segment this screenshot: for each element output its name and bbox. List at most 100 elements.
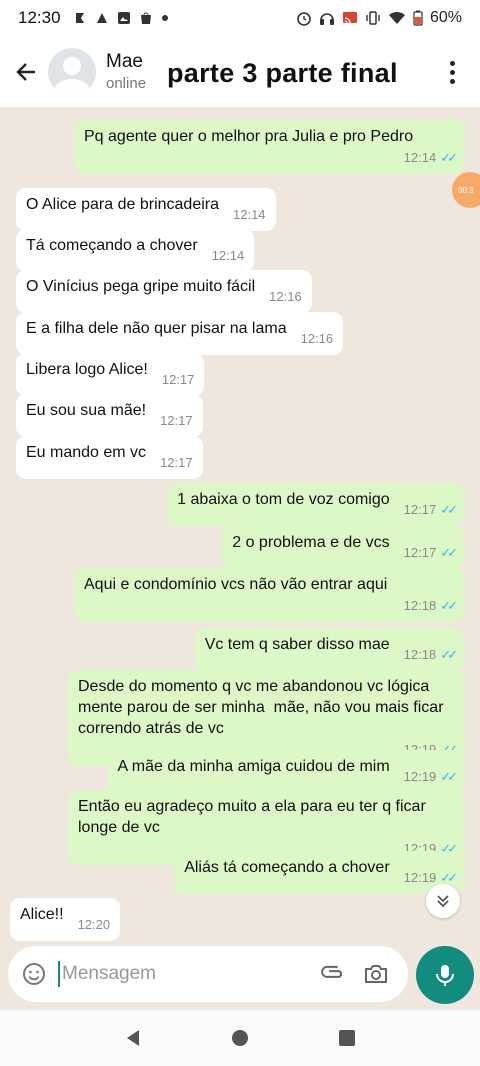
contact-name: Mae xyxy=(106,51,143,72)
camera-button[interactable] xyxy=(360,958,392,990)
menu-dot xyxy=(449,78,455,84)
message-meta: 12:18 ✓✓ xyxy=(98,595,458,616)
message-meta: 12:16 xyxy=(301,328,334,349)
nav-back-button[interactable] xyxy=(113,1018,153,1058)
double-check-icon: ✓✓ xyxy=(440,769,458,784)
nav-home-button[interactable] xyxy=(220,1018,260,1058)
message-bubble[interactable]: E a filha dele não quer pisar na lama 12… xyxy=(16,312,344,355)
message-meta: 12:17 ✓✓ xyxy=(404,542,458,563)
headset-icon xyxy=(319,13,334,25)
message-meta: 12:16 xyxy=(269,286,302,307)
input-bar xyxy=(0,946,480,1008)
chat-area[interactable]: Pq agente quer o melhor pra Julia e pro … xyxy=(0,108,480,946)
message-time: 12:17 xyxy=(403,502,437,517)
message-bubble[interactable]: Aqui e condomínio vcs não vão entrar aqu… xyxy=(74,568,464,622)
overlay-bubble-text: 00:3 xyxy=(458,185,474,195)
floating-overlay-bubble[interactable]: 00:3 xyxy=(452,172,480,208)
vibrate-icon xyxy=(366,11,380,25)
shop-icon xyxy=(140,12,151,24)
nav-recents-button[interactable] xyxy=(327,1018,367,1058)
message-text: Libera logo Alice! xyxy=(26,361,148,378)
message-time: 12:17 xyxy=(161,372,195,387)
circle-home-icon xyxy=(231,1030,248,1046)
message-text: 1 abaixa o tom de voz comigo xyxy=(177,491,390,508)
status-left-icons xyxy=(73,11,169,25)
message-bubble[interactable]: Eu sou sua mãe! 12:17 xyxy=(16,394,203,437)
message-time: 12:18 xyxy=(403,647,437,662)
message-bubble[interactable]: 2 o problema e de vcs 12:17 ✓✓ xyxy=(222,526,464,569)
message-time: 12:16 xyxy=(269,289,302,304)
message-meta: 12:17 xyxy=(160,410,193,431)
message-time: 12:20 xyxy=(77,917,111,932)
avatar[interactable] xyxy=(48,47,96,96)
menu-dot xyxy=(449,69,455,75)
message-meta: 12:17 xyxy=(162,369,195,390)
avatar-head-shape xyxy=(63,56,81,75)
microphone-icon xyxy=(436,965,454,986)
message-time: 12:18 xyxy=(403,598,437,613)
back-button[interactable] xyxy=(4,50,48,94)
message-meta: 12:14 ✓✓ xyxy=(98,147,458,168)
scroll-down-button[interactable] xyxy=(426,884,460,918)
message-bubble[interactable]: Vc tem q saber disso mae 12:18 ✓✓ xyxy=(194,628,464,671)
battery-icon xyxy=(413,10,423,26)
message-text: Aliás tá começando a chover xyxy=(184,859,390,876)
message-text: Desde do momento q vc me abandonou vc ló… xyxy=(78,678,448,737)
mic-button[interactable] xyxy=(416,946,474,1004)
message-bubble[interactable]: 1 abaixa o tom de voz comigo 12:17 ✓✓ xyxy=(167,483,464,526)
more-options-button[interactable] xyxy=(436,56,468,88)
overlay-title: parte 3 parte final xyxy=(167,58,398,88)
status-bar: 12:30 60% xyxy=(0,0,480,36)
message-input[interactable] xyxy=(58,961,308,987)
message-text: Vc tem q saber disso mae xyxy=(204,636,390,653)
alarm-icon xyxy=(297,12,311,26)
message-time: 12:16 xyxy=(300,331,334,346)
contact-status: online xyxy=(106,75,147,92)
message-text: Eu mando em vc xyxy=(26,444,147,461)
message-text: O Vinícius pega gripe muito fácil xyxy=(26,278,256,295)
paperclip-icon xyxy=(321,965,343,978)
dot-icon xyxy=(161,15,168,21)
wifi-icon xyxy=(388,11,405,24)
message-time: 12:14 xyxy=(403,150,437,165)
message-text: Pq agente quer o melhor pra Julia e pro … xyxy=(84,128,414,145)
message-bubble[interactable]: Eu mando em vc 12:17 xyxy=(16,436,203,479)
notification-icon xyxy=(75,13,84,23)
message-bubble[interactable]: Alice!! 12:20 xyxy=(10,898,121,941)
message-text: E a filha dele não quer pisar na lama xyxy=(26,320,287,337)
square-recents-icon xyxy=(338,1030,355,1046)
double-check-icon: ✓✓ xyxy=(440,502,458,517)
message-time: 12:19 xyxy=(403,769,437,784)
message-text: O Alice para de brincadeira xyxy=(26,196,219,213)
message-bubble[interactable]: Tá começando a chover 12:14 xyxy=(16,229,255,272)
double-chevron-down-icon xyxy=(437,895,449,908)
message-meta: 12:19✓✓ xyxy=(403,766,458,787)
message-bubble[interactable]: O Vinícius pega gripe muito fácil 12:16 xyxy=(16,270,312,313)
message-time: 12:19 xyxy=(403,870,437,885)
message-text: Aqui e condomínio vcs não vão entrar aqu… xyxy=(84,576,388,593)
message-text: Tá começando a chover xyxy=(26,237,198,254)
message-bubble[interactable]: Aliás tá começando a chover 12:19 ✓✓ xyxy=(174,851,464,894)
image-icon xyxy=(117,12,130,24)
emoji-icon xyxy=(23,963,45,985)
message-meta: 12:18 ✓✓ xyxy=(403,644,458,665)
message-meta: 12:14 xyxy=(233,204,266,225)
message-meta: 12:17 ✓✓ xyxy=(403,499,458,520)
message-time: 12:17 xyxy=(160,413,193,428)
message-bubble[interactable]: O Alice para de brincadeira 12:14 xyxy=(16,188,276,231)
message-time: 12:17 xyxy=(160,455,193,470)
emoji-button[interactable] xyxy=(10,950,58,998)
arrow-left-icon xyxy=(16,62,35,81)
contact-info[interactable]: Mae online xyxy=(106,51,146,92)
message-meta: 12:14 xyxy=(212,245,245,266)
triangle-back-icon xyxy=(127,1030,140,1046)
message-bubble[interactable]: A mãe da minha amiga cuidou de mim 12:19… xyxy=(107,750,464,793)
avatar-body-shape xyxy=(54,78,90,96)
double-check-icon: ✓✓ xyxy=(440,647,458,662)
message-input-container xyxy=(8,946,408,1002)
menu-dot xyxy=(449,60,455,66)
message-bubble[interactable]: Libera logo Alice! 12:17 xyxy=(16,353,205,396)
message-bubble[interactable]: Pq agente quer o melhor pra Julia e pro … xyxy=(74,120,464,174)
attach-button[interactable] xyxy=(316,958,348,990)
message-time: 12:14 xyxy=(211,248,245,263)
